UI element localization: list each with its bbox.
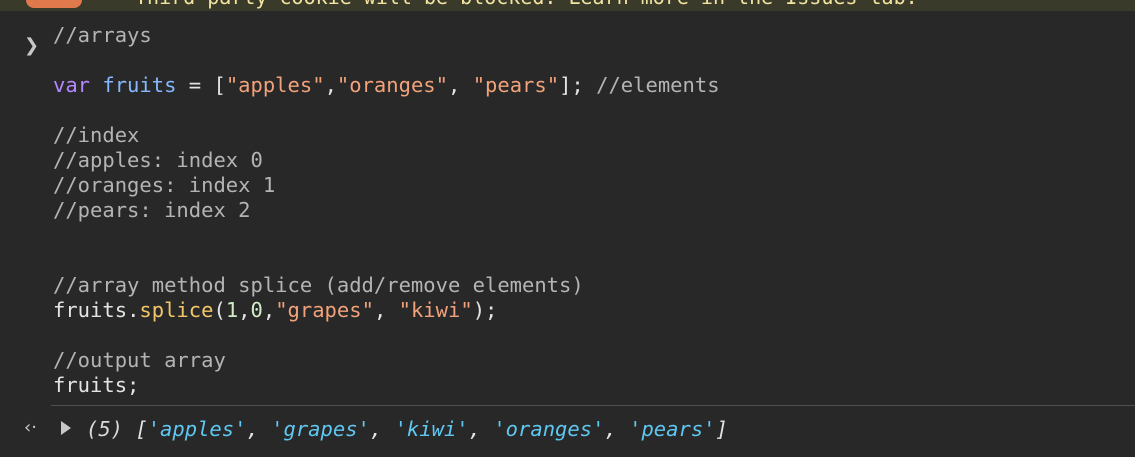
code-punct: , [262, 298, 276, 322]
code-comment: //output array [53, 348, 226, 372]
code-line: var fruits = ["apples","oranges", "pears… [53, 73, 720, 98]
code-line-empty [53, 323, 720, 348]
banner-text: Third-party cookie will be blocked. Lear… [135, 0, 918, 8]
array-open: [ [123, 417, 148, 441]
triangle-right-icon[interactable] [61, 421, 71, 435]
code-number: 1 [225, 298, 239, 322]
code-string: "kiwi" [398, 298, 473, 322]
code-punct: . [127, 298, 140, 322]
code-statement: fruits; [53, 373, 140, 397]
code-number: 0 [250, 298, 263, 322]
code-comment: //index [53, 123, 140, 147]
array-item: 'oranges' [493, 417, 605, 441]
code-comment: //arrays [53, 23, 152, 47]
code-string: "apples" [225, 73, 325, 97]
code-comment: //oranges: index 1 [53, 173, 276, 197]
array-item: 'grapes' [271, 417, 370, 441]
code-comment: //pears: index 2 [53, 198, 251, 222]
banner-button[interactable] [26, 0, 82, 8]
code-line: //array method splice (add/remove elemen… [53, 273, 720, 298]
code-operator: = [176, 73, 214, 97]
code-line-empty [53, 98, 720, 123]
code-line: //output array [53, 348, 720, 373]
code-line: fruits; [53, 373, 720, 398]
code-comment: //elements [583, 73, 720, 97]
code-line: //pears: index 2 [53, 198, 720, 223]
array-item: 'pears' [629, 417, 716, 441]
array-item: 'kiwi' [394, 417, 469, 441]
code-method: splice [139, 298, 214, 322]
code-variable: fruits [102, 73, 177, 97]
code-line: //apples: index 0 [53, 148, 720, 173]
code-punct: , [324, 73, 337, 97]
array-item: 'apples' [147, 417, 247, 441]
code-line: //index [53, 123, 720, 148]
console-code[interactable]: //arrays var fruits = ["apples","oranges"… [53, 23, 720, 398]
array-length: (5) [86, 417, 124, 441]
code-punct: , [448, 73, 473, 97]
code-punct: , [238, 298, 251, 322]
array-sep: , [369, 417, 395, 441]
array-sep: , [468, 417, 494, 441]
code-string: "grapes" [275, 298, 374, 322]
array-sep: , [604, 417, 630, 441]
code-object: fruits [53, 298, 128, 322]
code-punct: ( [213, 298, 226, 322]
code-comment: //apples: index 0 [53, 148, 263, 172]
console-output-row[interactable]: ‹· (5) ['apples', 'grapes', 'kiwi', 'ora… [0, 406, 1135, 457]
return-arrow-icon: ‹· [24, 417, 37, 438]
code-line: //oranges: index 1 [53, 173, 720, 198]
code-punct: ]; [559, 73, 584, 97]
code-comment: //array method splice (add/remove elemen… [53, 273, 584, 297]
array-preview[interactable]: (5) ['apples', 'grapes', 'kiwi', 'orange… [86, 417, 728, 442]
code-punct: , [373, 298, 399, 322]
code-punct: ); [472, 298, 498, 322]
chevron-right-icon: ❯ [24, 35, 40, 56]
code-line-empty [53, 223, 720, 248]
code-line: //arrays [53, 23, 720, 48]
code-punct: [ [213, 73, 226, 97]
code-string: "oranges" [336, 73, 448, 97]
code-line-empty [53, 248, 720, 273]
code-line-empty [53, 48, 720, 73]
code-string: "pears" [472, 73, 560, 97]
array-sep: , [246, 417, 272, 441]
code-keyword: var [53, 73, 91, 97]
console-input-block[interactable]: ❯ //arrays var fruits = ["apples","orange… [0, 11, 1135, 404]
code-line: fruits.splice(1,0,"grapes", "kiwi"); [53, 298, 720, 323]
array-close: ] [715, 417, 728, 441]
issues-banner: Third-party cookie will be blocked. Lear… [0, 0, 1135, 11]
